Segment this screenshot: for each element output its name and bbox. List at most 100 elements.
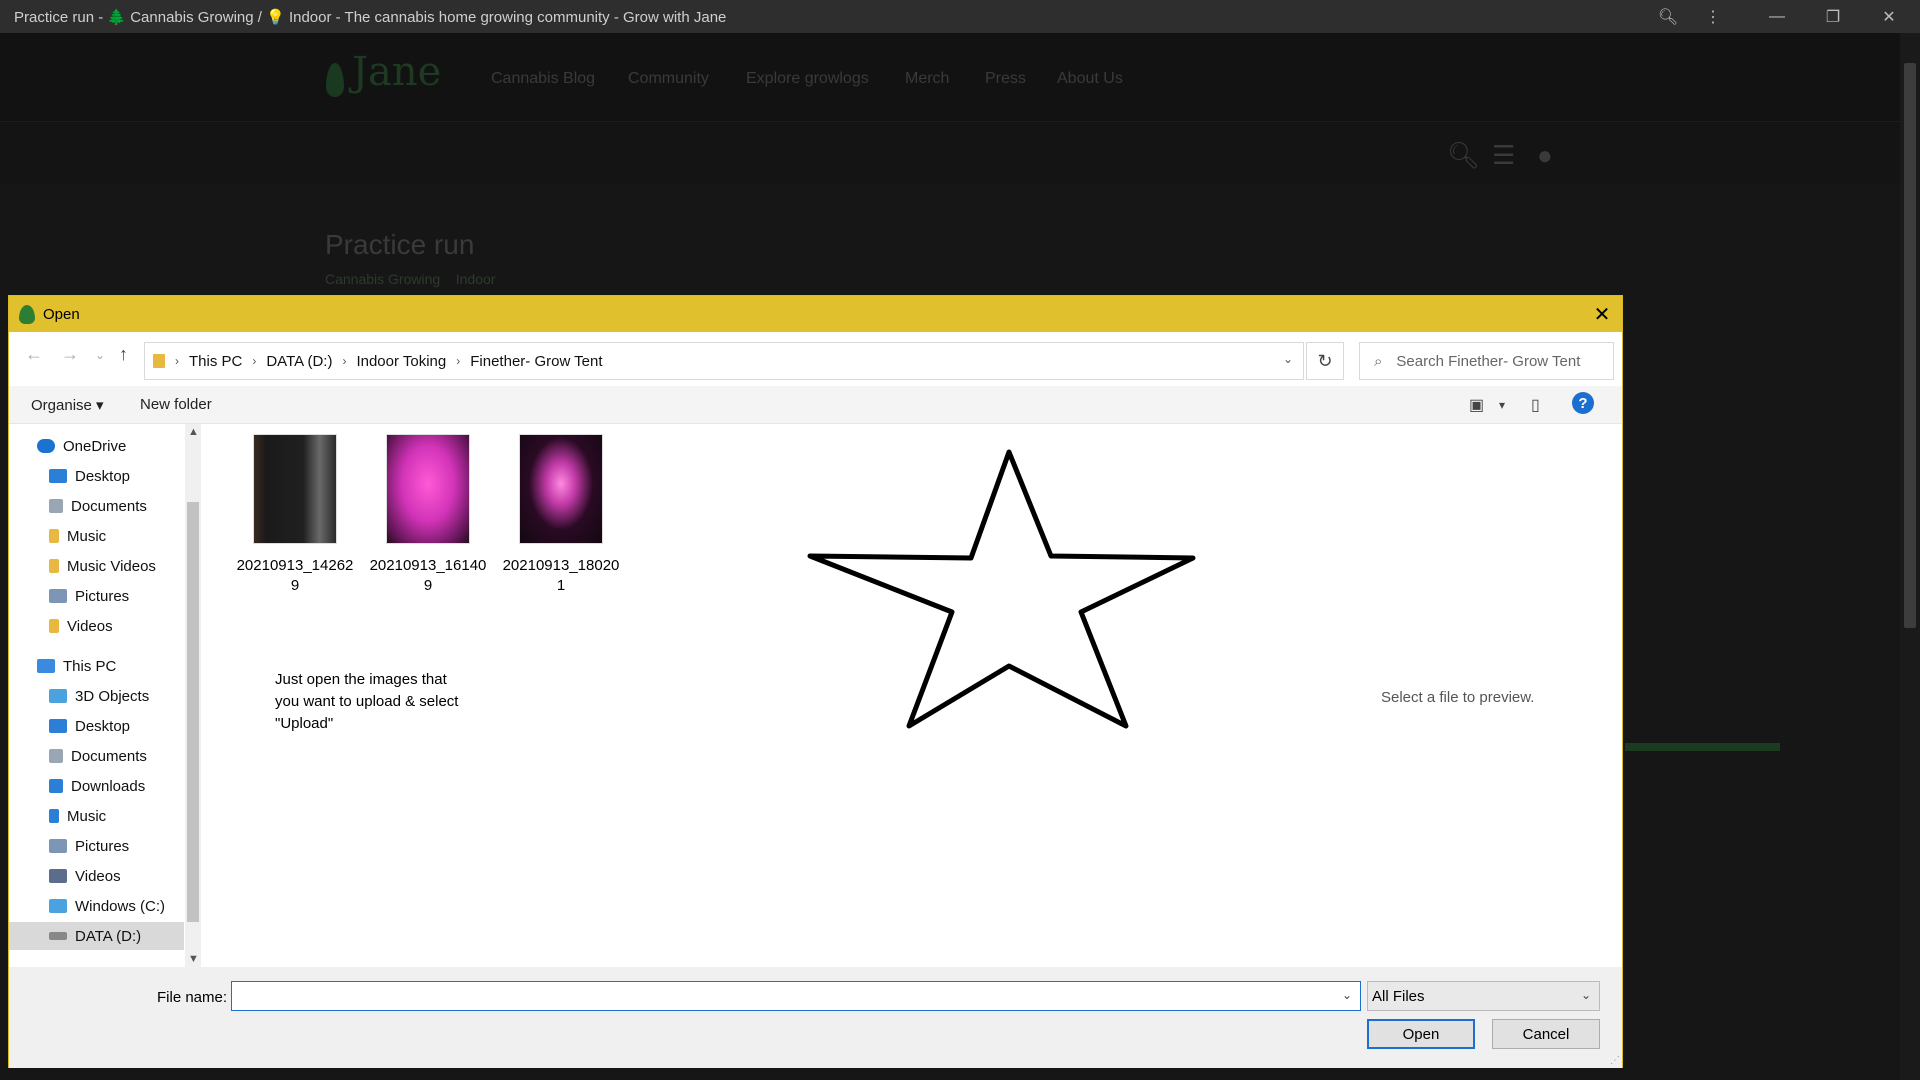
documents-icon <box>49 499 63 513</box>
dialog-footer: File name: ⌄ All Files ⌄ Open Cancel ⋰ <box>9 967 1622 1068</box>
page-scrollbar-thumb[interactable] <box>1904 63 1916 628</box>
new-folder-button[interactable]: New folder <box>140 396 212 413</box>
scroll-up-icon[interactable]: ▲ <box>188 426 199 438</box>
site-page-title: Practice run <box>325 229 475 260</box>
scroll-down-icon[interactable]: ▼ <box>188 953 199 965</box>
desktop-icon <box>49 719 67 733</box>
nav-label: Music <box>67 807 107 825</box>
resize-grip-icon[interactable]: ⋰ <box>1610 1055 1620 1066</box>
view-dropdown-icon[interactable]: ▾ <box>1499 398 1505 412</box>
chevron-down-icon[interactable]: ⌄ <box>1283 352 1293 366</box>
file-type-value: All Files <box>1372 987 1425 1005</box>
dialog-title: Open <box>43 306 80 323</box>
file-name-input[interactable] <box>232 982 1332 1010</box>
crumb-data-d[interactable]: DATA (D:) <box>266 353 332 370</box>
site-progress-bar <box>1625 743 1780 751</box>
search-input[interactable] <box>1396 352 1587 370</box>
more-options-icon[interactable]: ⋮ <box>1690 0 1736 33</box>
site-breadcrumbs: Cannabis Growing Indoor <box>325 271 495 287</box>
organise-label: Organise <box>31 397 92 414</box>
dialog-toolbar: Organise ▾ New folder ▣ ▾ ▯ ? <box>9 386 1622 424</box>
nav-label: Videos <box>75 867 121 885</box>
crumb-grow-tent[interactable]: Finether- Grow Tent <box>470 353 602 370</box>
nav-label: Music Videos <box>67 557 156 575</box>
file-item[interactable]: 20210913_142629 <box>235 434 355 596</box>
chevron-right-icon: › <box>175 354 179 368</box>
music-icon <box>49 809 59 823</box>
up-button[interactable]: ↑ <box>119 344 128 365</box>
nav-label: Documents <box>71 497 147 515</box>
page-scrollbar[interactable] <box>1900 33 1920 1080</box>
image-thumbnail <box>253 434 337 544</box>
nav-community: Community <box>628 70 709 87</box>
file-name-label: File name: <box>157 989 228 1006</box>
preview-pane-icon[interactable]: ▯ <box>1531 395 1540 415</box>
recent-locations-icon[interactable]: ⌄ <box>95 348 105 362</box>
zoom-icon[interactable]: 🔍︎ <box>1645 0 1691 33</box>
chevron-down-icon[interactable]: ⌄ <box>1581 988 1591 1002</box>
nav-scrollbar[interactable]: ▲ ▼ <box>185 424 201 967</box>
computer-icon <box>37 659 55 673</box>
jane-leaf-icon <box>326 63 344 97</box>
file-type-select[interactable]: All Files ⌄ <box>1367 981 1600 1011</box>
videos-icon <box>49 869 67 883</box>
browser-titlebar: Practice run - 🌲 Cannabis Growing / 💡 In… <box>0 0 1920 33</box>
image-thumbnail <box>519 434 603 544</box>
file-item[interactable]: 20210913_180201 <box>501 434 621 596</box>
onedrive-icon <box>37 439 55 453</box>
dialog-close-button[interactable]: ✕ <box>1582 296 1622 332</box>
nav-scrollbar-thumb[interactable] <box>187 502 199 922</box>
cancel-button[interactable]: Cancel <box>1492 1019 1600 1049</box>
nav-label: Pictures <box>75 587 130 605</box>
view-options-icon[interactable]: ▣ <box>1469 395 1484 415</box>
address-row: ← → ⌄ ↑ › This PC › DATA (D:) › Indoor T… <box>9 332 1622 382</box>
pictures-icon <box>49 589 67 603</box>
back-button[interactable]: ← <box>25 344 43 365</box>
file-name-combobox[interactable]: ⌄ <box>231 981 1361 1011</box>
dialog-titlebar: Open ✕ <box>9 296 1622 332</box>
desktop-icon <box>49 469 67 483</box>
site-subbar: 🔍︎ ☰ ● <box>0 121 1900 185</box>
chevron-right-icon: › <box>252 354 257 368</box>
restore-button[interactable]: ❐ <box>1810 0 1856 33</box>
organise-button[interactable]: Organise ▾ <box>31 396 104 414</box>
help-button[interactable]: ? <box>1572 392 1594 414</box>
chevron-right-icon: › <box>456 354 461 368</box>
nav-label: Pictures <box>75 837 130 855</box>
nav-label: Music <box>67 527 107 545</box>
refresh-button[interactable]: ↻ <box>1306 342 1344 380</box>
minimize-button[interactable]: — <box>1754 0 1800 33</box>
crumb-this-pc[interactable]: This PC <box>189 353 242 370</box>
site-navbar: Jane Cannabis Blog Community Explore gro… <box>0 33 1900 121</box>
pictures-icon <box>49 839 67 853</box>
open-button[interactable]: Open <box>1367 1019 1475 1049</box>
file-item[interactable]: 20210913_161409 <box>368 434 488 596</box>
file-name: 20210913_180201 <box>502 557 620 594</box>
folder-icon <box>49 619 59 633</box>
open-file-dialog: Open ✕ ← → ⌄ ↑ › This PC › DATA (D:) › I… <box>8 295 1623 1068</box>
address-bar[interactable]: › This PC › DATA (D:) › Indoor Toking › … <box>144 342 1304 380</box>
crumb-indoor-toking[interactable]: Indoor Toking <box>356 353 446 370</box>
folder-icon <box>49 559 59 573</box>
folder-icon <box>153 354 165 368</box>
site-crumb-indoor: Indoor <box>455 271 496 287</box>
window-close-button[interactable]: ✕ <box>1866 0 1912 33</box>
folder-icon <box>49 529 59 543</box>
forward-button[interactable]: → <box>61 344 79 365</box>
chevron-down-icon[interactable]: ⌄ <box>1342 988 1352 1002</box>
nav-data-d[interactable]: DATA (D:) <box>9 922 184 950</box>
image-thumbnail <box>386 434 470 544</box>
file-name: 20210913_142629 <box>236 557 354 594</box>
nav-about-us: About Us <box>1057 70 1123 87</box>
nav-label: Downloads <box>71 777 146 795</box>
file-list: 20210913_142629 20210913_161409 20210913… <box>205 424 1615 967</box>
downloads-icon <box>49 779 63 793</box>
site-search-icon: 🔍︎ <box>1447 140 1481 170</box>
nav-label: DATA (D:) <box>75 927 142 945</box>
search-box[interactable]: ⌕ <box>1359 342 1614 380</box>
nav-label: Desktop <box>75 467 131 485</box>
search-icon: ⌕ <box>1374 352 1383 370</box>
nav-label: OneDrive <box>63 437 127 455</box>
drive-icon <box>49 932 67 940</box>
preview-placeholder: Select a file to preview. <box>1381 689 1535 706</box>
